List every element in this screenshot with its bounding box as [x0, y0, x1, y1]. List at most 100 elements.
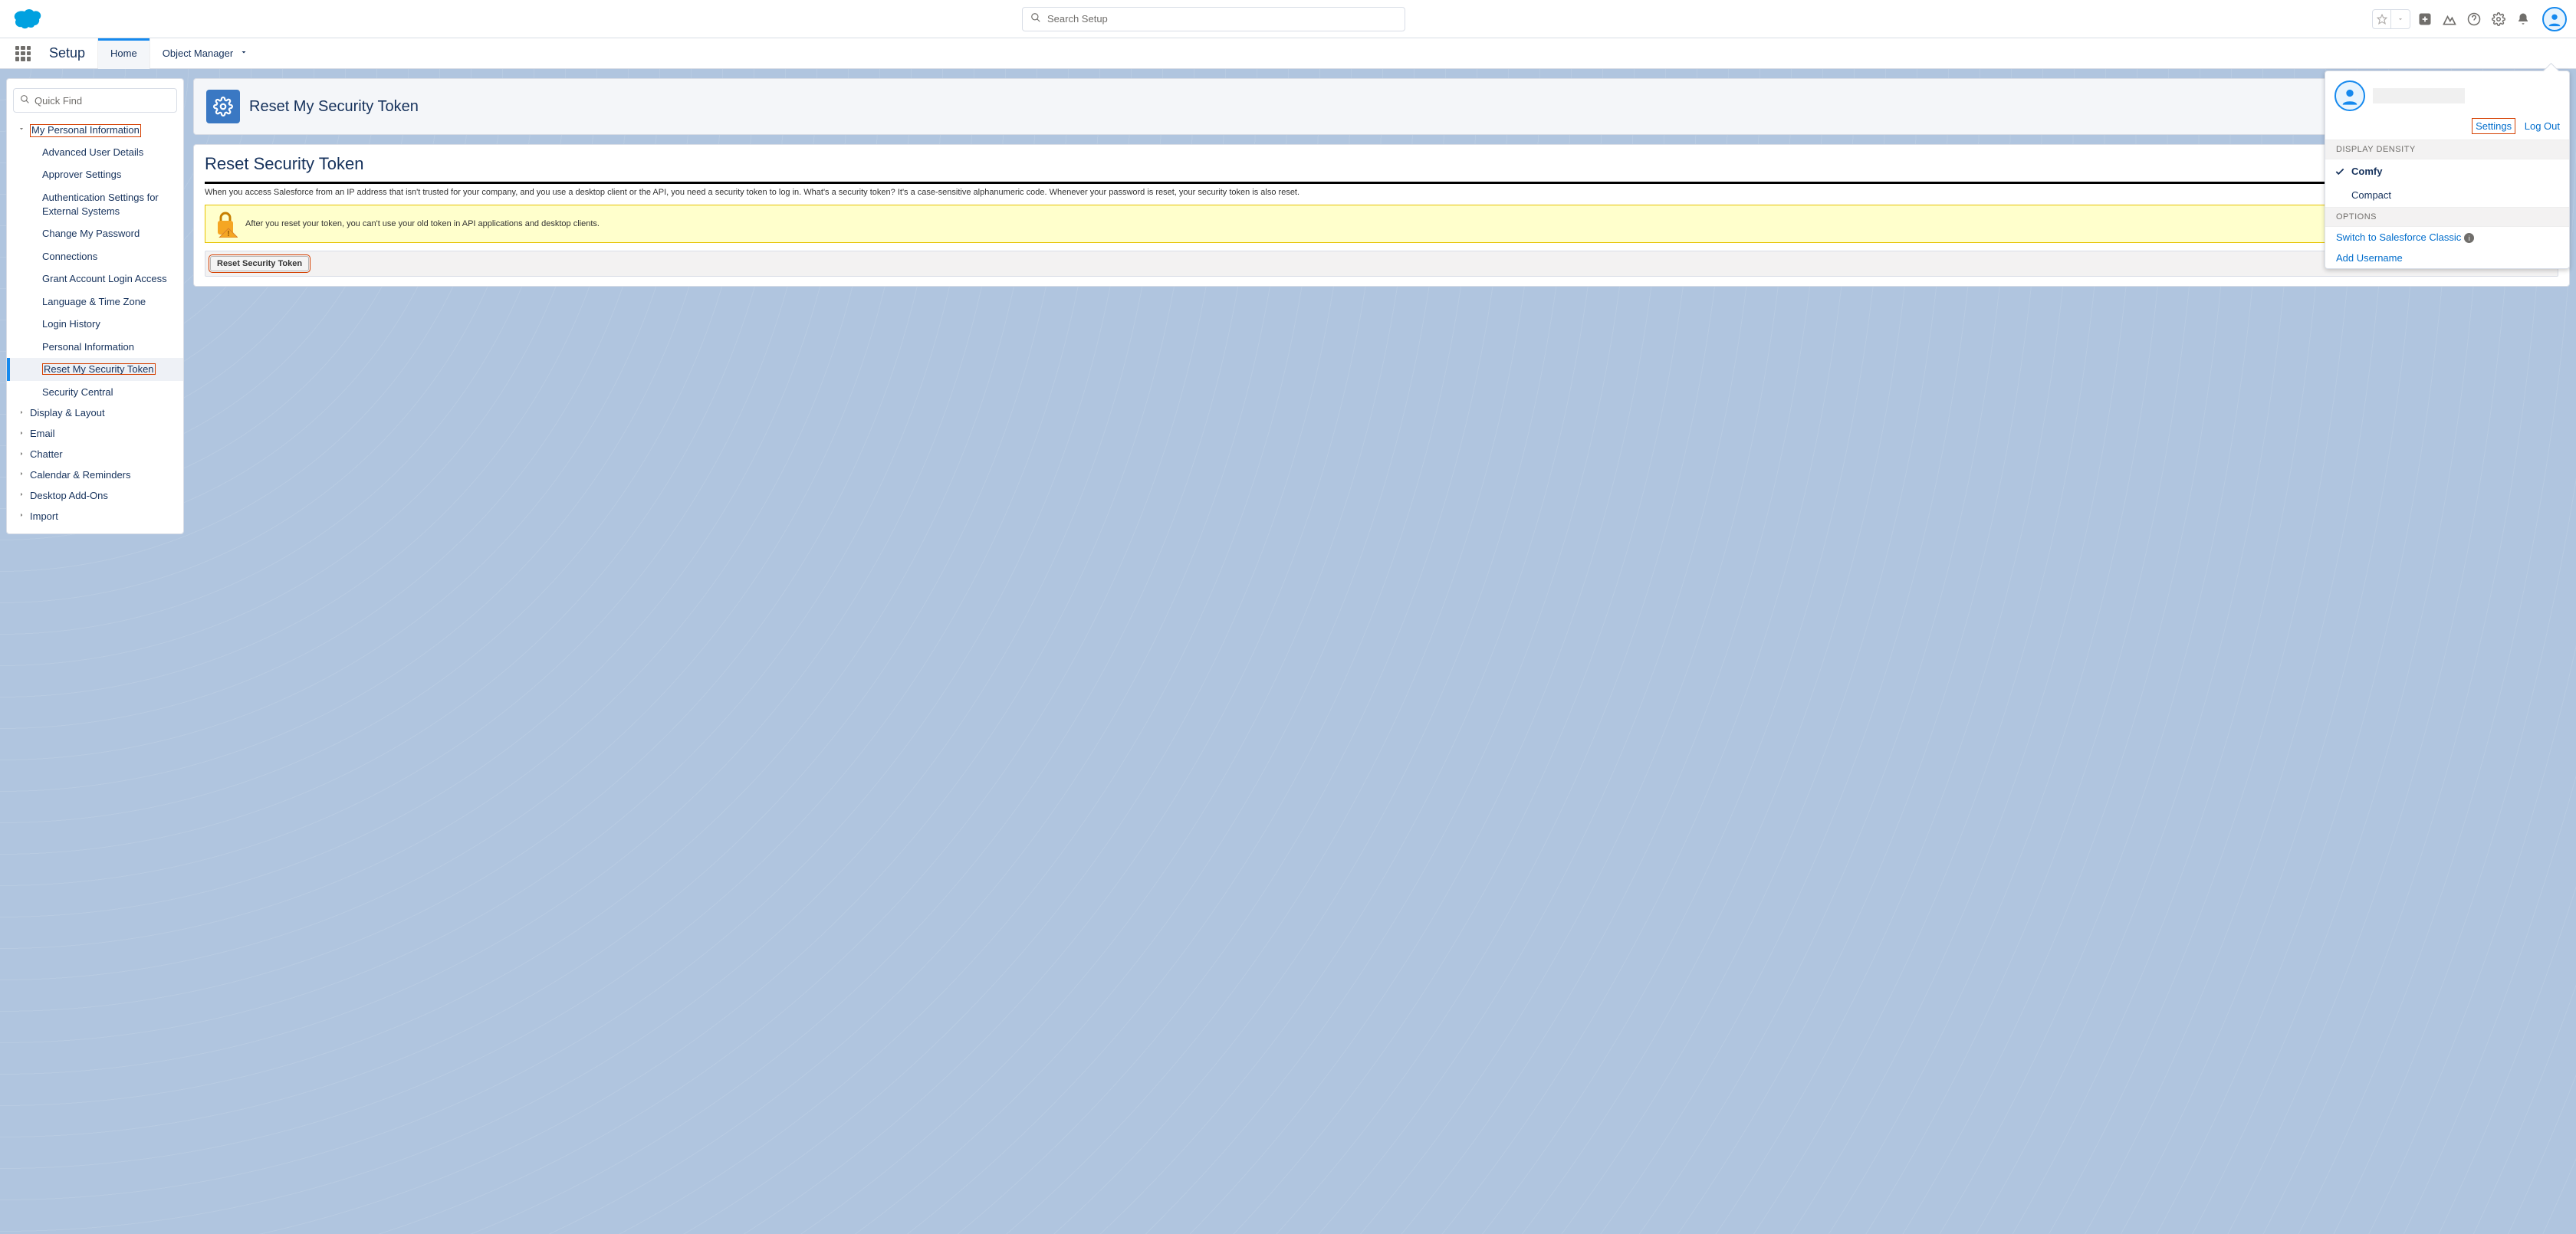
global-add-button[interactable]: [2415, 9, 2435, 29]
tab-object-manager[interactable]: Object Manager: [150, 38, 261, 68]
settings-link[interactable]: Settings: [2473, 120, 2514, 133]
tree-section-label: Email: [30, 428, 55, 441]
tree-section-collapsed[interactable]: Calendar & Reminders: [7, 465, 183, 486]
popover-option: Add Username: [2325, 248, 2569, 268]
popover-option: Switch to Salesforce Classici: [2325, 227, 2569, 248]
header-actions: [2372, 7, 2567, 31]
info-icon[interactable]: i: [2464, 233, 2474, 243]
chevron-down-icon: [239, 48, 248, 59]
help-icon[interactable]: [2464, 9, 2484, 29]
tree-section-my-personal-information[interactable]: My Personal Information: [7, 120, 183, 141]
favorite-dropdown-button[interactable]: [2391, 10, 2410, 28]
stage: Quick Find My Personal Information Advan…: [0, 69, 2576, 1234]
density-option-label: Compact: [2351, 189, 2391, 201]
tab-label: Home: [110, 48, 137, 59]
favorite-star-button[interactable]: [2373, 10, 2391, 28]
chevron-right-icon: [18, 409, 28, 419]
sidebar-item-label: Personal Information: [42, 341, 134, 353]
tree-section-label: Import: [30, 510, 58, 523]
waffle-icon: [15, 46, 31, 61]
popover-option-link[interactable]: Switch to Salesforce Classic: [2336, 231, 2461, 243]
setup-sidebar: Quick Find My Personal Information Advan…: [6, 78, 184, 534]
setup-gear-icon[interactable]: [2489, 9, 2509, 29]
username-redacted: [2373, 88, 2465, 103]
app-name: Setup: [37, 38, 97, 68]
user-avatar-button[interactable]: [2542, 7, 2567, 31]
tree-section-collapsed[interactable]: Import: [7, 507, 183, 527]
chevron-right-icon: [18, 450, 28, 461]
chevron-right-icon: [18, 470, 28, 481]
sidebar-item-label: Reset My Security Token: [42, 363, 156, 375]
salesforce-logo: [9, 7, 46, 31]
tree-section-collapsed[interactable]: Display & Layout: [7, 403, 183, 424]
popover-links: Settings Log Out: [2325, 120, 2569, 139]
tree-section-label: My Personal Information: [30, 124, 141, 137]
profile-popover: Settings Log Out DISPLAY DENSITY Comfy Co…: [2325, 71, 2570, 269]
reset-security-token-button[interactable]: Reset Security Token: [210, 256, 309, 271]
sidebar-item[interactable]: Advanced User Details: [7, 141, 183, 164]
sidebar-item[interactable]: Login History: [7, 313, 183, 336]
app-launcher-button[interactable]: [9, 38, 37, 68]
global-header: Search Setup: [0, 0, 2576, 38]
density-option[interactable]: Comfy: [2325, 159, 2569, 183]
sidebar-item[interactable]: Security Central: [7, 381, 183, 404]
sidebar-item-label: Advanced User Details: [42, 146, 143, 158]
favorites-group: [2372, 9, 2410, 29]
sidebar-item[interactable]: Change My Password: [7, 222, 183, 245]
card-title: Reset Security Token: [205, 154, 2558, 174]
sidebar-item[interactable]: Authentication Settings for External Sys…: [7, 186, 183, 222]
svg-text:!: !: [227, 230, 229, 238]
warning-text: After you reset your token, you can't us…: [245, 219, 600, 228]
density-option-label: Comfy: [2351, 166, 2382, 177]
trailhead-icon[interactable]: [2440, 9, 2459, 29]
tree-section-collapsed[interactable]: Desktop Add-Ons: [7, 486, 183, 507]
sidebar-item-label: Login History: [42, 318, 100, 330]
page-title: Reset My Security Token: [249, 98, 419, 116]
logout-link[interactable]: Log Out: [2525, 120, 2560, 132]
sidebar-item[interactable]: Language & Time Zone: [7, 290, 183, 313]
tab-home[interactable]: Home: [97, 38, 150, 68]
lock-warning-icon: !: [213, 210, 238, 238]
chevron-down-icon: [18, 125, 28, 136]
chevron-right-icon: [18, 491, 28, 501]
sidebar-item-label: Connections: [42, 251, 97, 262]
options-header: OPTIONS: [2325, 207, 2569, 227]
notifications-bell-icon[interactable]: [2513, 9, 2533, 29]
tree-section-collapsed[interactable]: Chatter: [7, 445, 183, 465]
gear-icon: [206, 90, 240, 123]
context-bar: Setup Home Object Manager: [0, 38, 2576, 69]
search-placeholder: Search Setup: [1047, 13, 1108, 25]
sidebar-item[interactable]: Approver Settings: [7, 163, 183, 186]
check-icon: [2334, 166, 2345, 179]
tree-section-collapsed[interactable]: Email: [7, 424, 183, 445]
tree-section-label: Display & Layout: [30, 407, 105, 420]
sidebar-item[interactable]: Personal Information: [7, 336, 183, 359]
density-header: DISPLAY DENSITY: [2325, 139, 2569, 159]
sidebar-item-label: Language & Time Zone: [42, 296, 146, 307]
sidebar-item[interactable]: Grant Account Login Access: [7, 267, 183, 290]
divider: [205, 182, 2558, 184]
main-content: Reset My Security Token Reset Security T…: [193, 78, 2570, 1225]
search-icon: [20, 94, 30, 107]
info-text: When you access Salesforce from an IP ad…: [205, 187, 2558, 199]
popover-user-row: [2325, 71, 2569, 120]
warning-box: ! After you reset your token, you can't …: [205, 205, 2558, 243]
global-search-input[interactable]: Search Setup: [1022, 7, 1405, 31]
sidebar-item-label: Authentication Settings for External Sys…: [42, 192, 159, 217]
search-icon: [1030, 12, 1041, 25]
sidebar-item[interactable]: Connections: [7, 245, 183, 268]
popover-avatar: [2334, 80, 2365, 111]
tree-section-label: Desktop Add-Ons: [30, 490, 108, 503]
density-option[interactable]: Compact: [2325, 183, 2569, 207]
quick-find-input[interactable]: Quick Find: [13, 88, 177, 113]
sidebar-item-label: Approver Settings: [42, 169, 121, 180]
quick-find-placeholder: Quick Find: [34, 95, 82, 107]
tree-section-label: Calendar & Reminders: [30, 469, 131, 482]
button-row: Reset Security Token: [205, 251, 2558, 277]
content-card: Reset Security Token When you access Sal…: [193, 144, 2570, 287]
tree-section-label: Chatter: [30, 448, 63, 461]
popover-option-link[interactable]: Add Username: [2336, 252, 2403, 264]
sidebar-item-label: Change My Password: [42, 228, 140, 239]
sidebar-item-label: Grant Account Login Access: [42, 273, 167, 284]
sidebar-item[interactable]: Reset My Security Token: [7, 358, 183, 381]
